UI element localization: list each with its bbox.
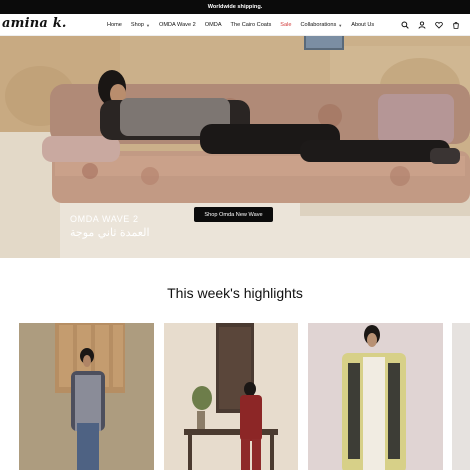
main-nav: Home Shop ▼ OMDA Wave 2 OMDA The Cairo Co… (107, 14, 383, 36)
cart-icon[interactable] (451, 21, 460, 30)
account-icon[interactable] (417, 21, 426, 30)
chevron-down-icon: ▼ (146, 22, 150, 28)
product-card[interactable] (308, 323, 443, 470)
shop-omda-new-wave-button[interactable]: Shop Omda New Wave (194, 207, 273, 222)
nav-shop[interactable]: Shop ▼ (131, 22, 150, 28)
nav-collaborations-label: Collaborations (300, 22, 337, 28)
nav-collaborations[interactable]: Collaborations ▼ (300, 22, 342, 28)
hero-arabic-title: العمدة ثاني موجة (70, 226, 150, 239)
search-icon[interactable] (400, 21, 409, 30)
product-card[interactable] (452, 323, 470, 470)
nav-cairo-coats-label: The Cairo Coats (230, 22, 272, 28)
nav-sale-label: Sale (280, 22, 292, 28)
nav-cairo-coats[interactable]: The Cairo Coats (231, 22, 272, 28)
nav-sale[interactable]: Sale (280, 22, 291, 28)
product-card[interactable] (164, 323, 298, 470)
nav-omda-label: OMDA (204, 22, 222, 28)
product-image (164, 323, 298, 470)
nav-home-label: Home (107, 22, 122, 28)
announcement-bar: Worldwide shipping. (0, 0, 470, 14)
site-header: amina k. Home Shop ▼ OMDA Wave 2 OMDA The… (0, 14, 470, 36)
header-tools (392, 14, 460, 36)
product-image (308, 323, 443, 470)
brand-logo[interactable]: amina k. (2, 16, 67, 31)
chevron-down-icon: ▼ (338, 22, 343, 28)
nav-omda[interactable]: OMDA (205, 22, 222, 28)
nav-shop-label: Shop (130, 22, 144, 28)
hero-image (0, 36, 470, 258)
nav-omda-wave-2[interactable]: OMDA Wave 2 (159, 22, 196, 28)
product-card[interactable] (19, 323, 154, 470)
announcement-text: Worldwide shipping. (207, 4, 263, 10)
nav-home[interactable]: Home (107, 22, 122, 28)
nav-omda-wave-2-label: OMDA Wave 2 (158, 22, 196, 28)
product-image (19, 323, 154, 470)
highlights-title: This week's highlights (167, 285, 303, 301)
nav-about-us-label: About Us (351, 22, 375, 28)
wishlist-icon[interactable] (434, 21, 443, 30)
hero-title: OMDA WAVE 2 (70, 214, 139, 224)
hero-banner[interactable]: OMDA WAVE 2 العمدة ثاني موجة Shop Omda N… (0, 36, 470, 258)
nav-about-us[interactable]: About Us (351, 22, 374, 28)
